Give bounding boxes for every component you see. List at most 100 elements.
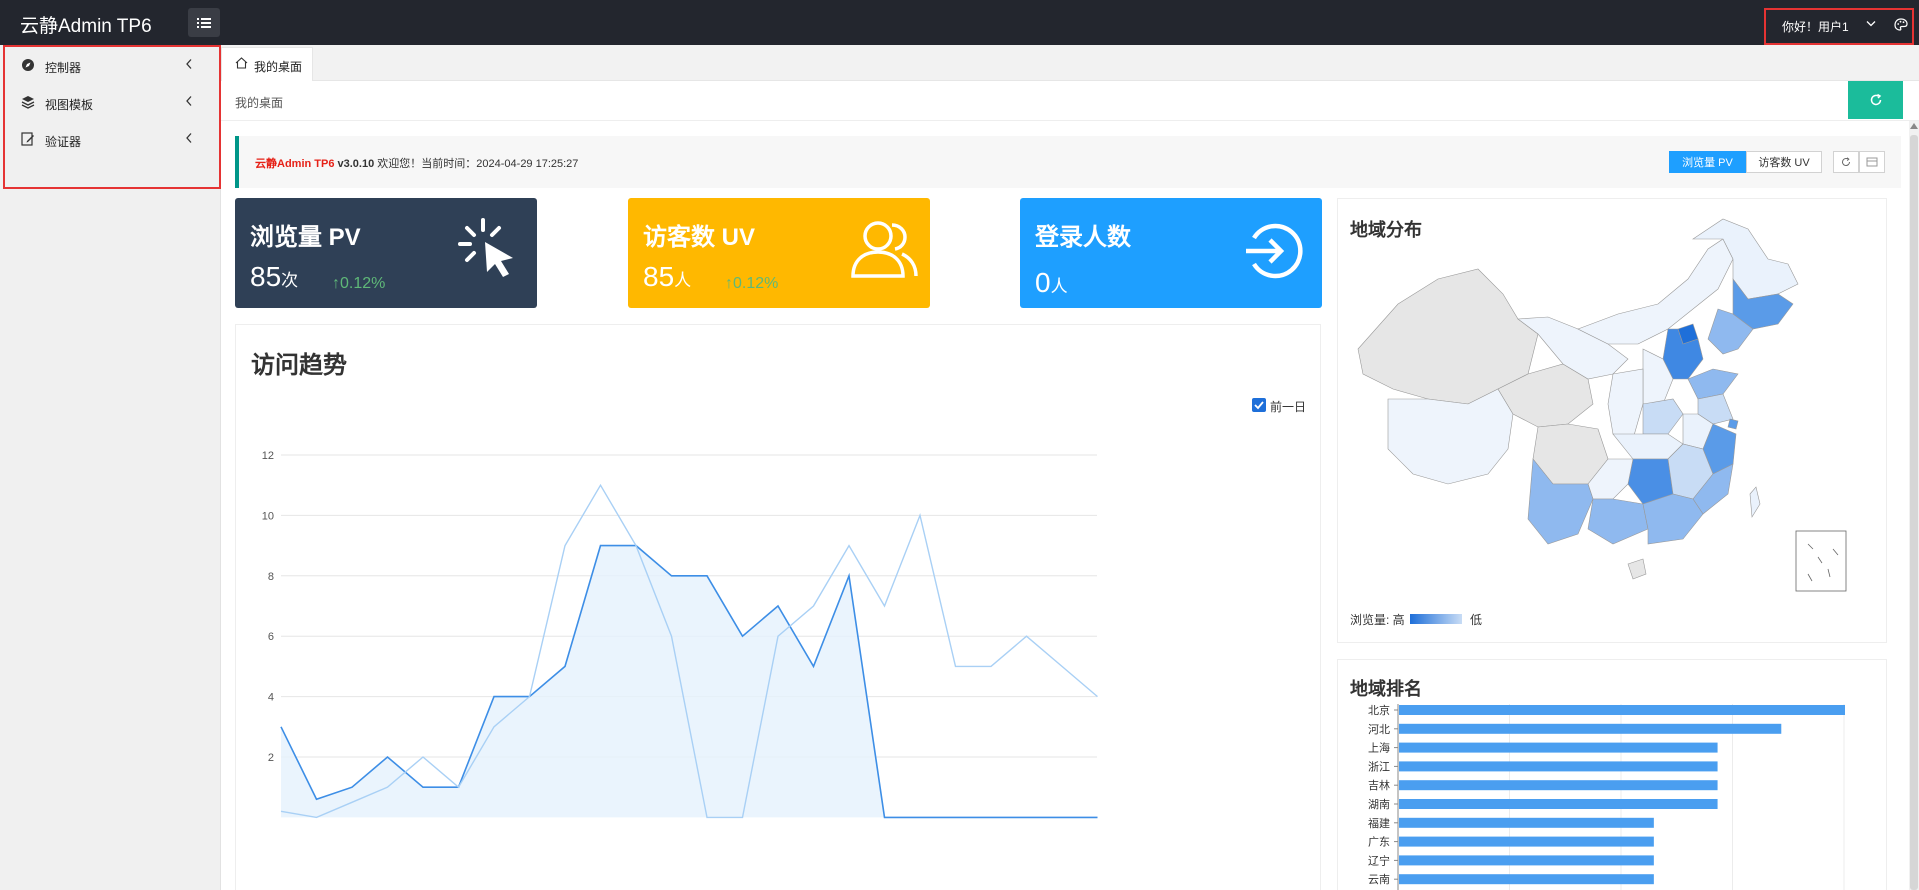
tab-label: 我的桌面 — [254, 60, 303, 74]
category-label: 吉林 — [1368, 778, 1390, 792]
rank-bar — [1399, 874, 1654, 885]
stat-card-login: 登录人数 0人 — [1020, 198, 1322, 308]
app-brand: 云静Admin TP6 — [20, 16, 152, 37]
layers-icon — [21, 96, 35, 109]
sidebar-item-label: 验证器 — [45, 135, 82, 149]
map-region-taiwan — [1749, 486, 1761, 518]
stat-card-uv: 访客数 UV 85人 ↑0.12% — [628, 198, 930, 308]
tab-bar: 我的桌面 — [221, 45, 1919, 81]
stat-card-trend: ↑0.12% — [332, 275, 386, 292]
category-label: 北京 — [1368, 703, 1390, 717]
cursor-click-icon — [458, 218, 513, 277]
y-tick-label: 6 — [268, 631, 274, 643]
map-region-guangdong — [1642, 493, 1704, 545]
user-greeting[interactable]: 你好！用户1 — [1782, 18, 1849, 35]
map-legend-gradient[interactable] — [1410, 614, 1462, 624]
notice-version: v3.0.10 — [337, 158, 375, 170]
top-bar: 云静Admin TP6 你好！用户1 — [0, 0, 1919, 45]
sidebar-item-validator[interactable]: 验证器 — [5, 122, 223, 158]
compass-icon — [22, 59, 34, 71]
notice-brand: 云静Admin TP6 — [255, 158, 335, 170]
stat-card-trend: ↑0.12% — [725, 275, 779, 292]
refresh-button[interactable] — [1848, 81, 1903, 119]
notice-welcome: 欢迎您！当前时间：2024-04-29 17:25:27 — [377, 158, 579, 170]
china-map — [1357, 218, 1847, 592]
rank-bar — [1399, 836, 1654, 847]
stat-card-title: 浏览量 PV — [250, 224, 361, 251]
chevron-left-icon — [186, 133, 192, 143]
chevron-left-icon — [186, 96, 192, 106]
sidebar-item-view-template[interactable]: 视图模板 — [5, 85, 223, 121]
uv-toggle-button[interactable]: 访客数 UV — [1746, 151, 1822, 173]
breadcrumb: 我的桌面 — [235, 96, 284, 110]
map-legend-high: 浏览量: 高 — [1350, 613, 1405, 627]
category-label: 云南 — [1368, 873, 1390, 886]
check-icon — [1254, 401, 1264, 410]
edit-icon — [21, 132, 34, 146]
scroll-up-arrow[interactable] — [1910, 123, 1918, 129]
menu-toggle-button[interactable] — [188, 8, 220, 37]
rank-bar — [1399, 799, 1718, 809]
pv-toggle-button[interactable]: 浏览量 PV — [1669, 151, 1746, 173]
tab-my-desktop[interactable]: 我的桌面 — [221, 47, 313, 81]
vertical-scrollbar[interactable] — [1909, 121, 1919, 890]
map-region-shanghai — [1727, 418, 1739, 430]
refresh-icon — [1842, 157, 1850, 166]
trend-title: 访问趋势 — [251, 352, 347, 379]
refresh-icon — [1870, 93, 1881, 106]
rank-bar — [1399, 855, 1654, 866]
palette-icon[interactable] — [1893, 17, 1909, 33]
breadcrumb-bar: 我的桌面 — [221, 81, 1919, 121]
map-region-shaanxi — [1607, 368, 1644, 440]
window-icon — [1866, 157, 1878, 167]
map-legend-low: 低 — [1470, 613, 1483, 627]
map-region-hainan — [1627, 558, 1647, 580]
stat-card-value: 85人 — [643, 261, 692, 292]
category-label: 辽宁 — [1368, 853, 1390, 867]
region-map-panel: 地域分布 浏览量: 高 低 — [1337, 198, 1887, 643]
sidebar-item-label: 视图模板 — [45, 98, 94, 112]
legend-previous-day[interactable]: 前一日 — [1252, 396, 1308, 414]
y-tick-label: 10 — [262, 510, 274, 522]
region-rank-panel: 北京 河北 上海 浙江 吉林 湖南 福建 广东 辽宁 云南 地域排名 — [1337, 659, 1887, 890]
rank-bar — [1399, 705, 1845, 715]
category-label: 湖南 — [1368, 798, 1390, 811]
legend-label: 前一日 — [1270, 400, 1307, 414]
map-region-guangxi — [1587, 498, 1649, 545]
sidebar-item-controller[interactable]: 控制器 — [5, 48, 223, 84]
y-tick-label: 12 — [262, 450, 274, 462]
login-icon — [1246, 223, 1303, 279]
sidebar-item-label: 控制器 — [45, 61, 82, 75]
y-tick-label: 4 — [268, 692, 274, 704]
map-title: 地域分布 — [1350, 220, 1422, 240]
rank-bar — [1399, 780, 1718, 791]
map-region-tibet — [1387, 388, 1514, 485]
rank-bar — [1399, 817, 1654, 828]
welcome-notice: 云静Admin TP6 v3.0.10 欢迎您！当前时间：2024-04-29 … — [235, 136, 1901, 188]
rank-bar — [1399, 761, 1718, 772]
rank-bar — [1399, 742, 1718, 753]
fullscreen-button[interactable] — [1859, 151, 1885, 173]
series-area — [281, 545, 1098, 818]
trend-chart: 2 4 6 8 10 12 — [262, 450, 1098, 819]
legend-checkbox[interactable] — [1252, 398, 1266, 412]
scroll-thumb[interactable] — [1910, 135, 1918, 890]
sidebar: 控制器 视图模板 验证器 — [0, 45, 221, 890]
reload-button[interactable] — [1833, 151, 1859, 173]
y-tick-label: 8 — [268, 571, 274, 583]
stat-card-value: 0人 — [1035, 267, 1068, 298]
category-label: 浙江 — [1368, 760, 1390, 773]
sidebar-menu: 控制器 视图模板 验证器 — [3, 45, 221, 189]
category-label: 上海 — [1368, 741, 1390, 755]
list-icon — [197, 17, 211, 28]
user-menu[interactable]: 你好！用户1 — [1764, 8, 1914, 45]
map-region-inner-mongolia — [1577, 238, 1734, 345]
stat-card-title: 登录人数 — [1035, 224, 1131, 251]
users-icon — [851, 221, 918, 278]
category-label: 福建 — [1368, 816, 1390, 830]
category-label: 河北 — [1368, 723, 1390, 736]
map-region-shandong — [1687, 368, 1739, 400]
rank-bar — [1399, 723, 1782, 734]
stat-card-value: 85次 — [250, 261, 299, 292]
category-label: 广东 — [1368, 836, 1390, 849]
